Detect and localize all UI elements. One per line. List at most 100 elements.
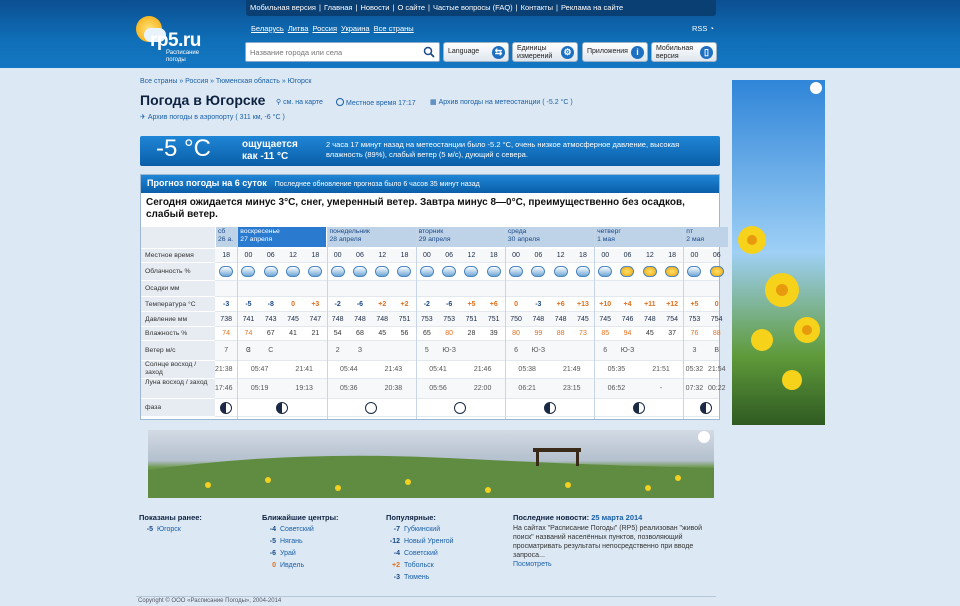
table-cell: 6 xyxy=(514,347,518,354)
day-header[interactable]: воскресенье 27 апреля xyxy=(237,227,327,247)
country-link[interactable]: Литва xyxy=(288,24,309,33)
table-cell: 07:32 xyxy=(685,385,704,392)
table-cell: 06 xyxy=(356,252,364,259)
country-link[interactable]: Украина xyxy=(341,24,370,33)
row-label: Местное время xyxy=(141,249,215,263)
news-date-link[interactable]: 25 марта 2014 xyxy=(591,513,642,522)
rss-link[interactable]: RSS ◔ xyxy=(692,24,714,33)
search-input[interactable] xyxy=(246,43,416,61)
station-archive-link[interactable]: ▦ Архив погоды на метеостанции ( -5.2 °C… xyxy=(430,98,573,106)
table-cell: С xyxy=(268,347,274,354)
moon-phase-icon xyxy=(543,402,556,414)
row-label: Ветер м/с xyxy=(141,341,215,361)
list-item[interactable]: -12 Новый Уренгой xyxy=(386,536,454,548)
table-cell: 22:00 xyxy=(473,385,492,392)
topnav-link[interactable]: Частые вопросы (FAQ) xyxy=(433,3,513,12)
header: rp5.ru Расписание погоды Мобильная верси… xyxy=(0,0,960,68)
language-button[interactable]: Language ⇆ xyxy=(443,42,509,62)
nav-separator: | xyxy=(428,3,430,12)
news-more-link[interactable]: Посмотреть xyxy=(513,561,552,568)
map-link[interactable]: ⚲ см. на карте xyxy=(276,98,323,106)
table-cell: 751 xyxy=(487,316,500,323)
topnav-link[interactable]: Мобильная версия xyxy=(250,3,316,12)
units-button[interactable]: Единицы измерений ⚙ xyxy=(512,42,578,62)
list-link[interactable]: Урай xyxy=(280,550,296,557)
table-cell: 00 xyxy=(244,252,253,259)
search-icon[interactable] xyxy=(423,46,435,58)
list-item[interactable]: -3 Тюмень xyxy=(386,572,454,584)
list-link[interactable]: Югорск xyxy=(157,526,181,533)
list-link[interactable]: Тюмень xyxy=(404,574,429,581)
table-cell: 05:41 xyxy=(429,366,447,373)
list-item[interactable]: -7 Губкинский xyxy=(386,524,454,536)
list-item[interactable]: 0 Ивдель xyxy=(262,560,339,572)
topnav-link[interactable]: Реклама на сайте xyxy=(561,3,623,12)
day-header[interactable]: среда 30 апреля xyxy=(504,227,595,247)
table-cell: 06 xyxy=(445,252,454,259)
table-cell: 05:35 xyxy=(607,366,626,373)
list-link[interactable]: Новый Уренгой xyxy=(404,538,454,545)
country-link[interactable]: Все страны xyxy=(374,24,414,33)
news-text: На сайтах "Расписание Погоды" (RP5) реал… xyxy=(513,525,703,559)
language-label: Language xyxy=(448,48,480,55)
side-advert-image[interactable] xyxy=(732,80,825,425)
table-cell: 748 xyxy=(331,316,344,323)
table-cell: +10 xyxy=(599,301,612,308)
table-cell: 17:46 xyxy=(215,385,233,392)
list-item[interactable]: -5 Югорск xyxy=(139,524,202,536)
table-cell: 21:38 xyxy=(215,366,233,373)
list-link[interactable]: Советский xyxy=(280,526,314,533)
topnav-link[interactable]: Новости xyxy=(360,3,389,12)
list-item[interactable]: -6 Урай xyxy=(262,548,339,560)
topnav-link[interactable]: Контакты xyxy=(521,3,553,12)
list-temp: -7 xyxy=(393,526,400,533)
list-link[interactable]: Нягань xyxy=(280,538,303,545)
list-item[interactable]: -4 Советский xyxy=(262,524,339,536)
table-cell: 748 xyxy=(354,316,366,323)
nav-separator: | xyxy=(318,3,321,12)
topnav-link[interactable]: Главная xyxy=(324,3,353,12)
table-cell: 3 xyxy=(692,347,697,354)
clock-icon xyxy=(336,98,344,106)
breadcrumb[interactable]: Все страны » Россия » Тюменская область … xyxy=(140,78,312,85)
row-label: фаза xyxy=(141,399,215,417)
nearby-title: Ближайшие центры: xyxy=(262,513,339,522)
country-link[interactable]: Беларусь xyxy=(251,24,284,33)
country-link[interactable]: Россия xyxy=(312,24,337,33)
table-cell: 743 xyxy=(264,316,277,323)
table-cell: 65 xyxy=(422,330,431,337)
list-link[interactable]: Тобольск xyxy=(404,562,434,569)
day-name: вторник xyxy=(418,228,444,235)
table-cell: +12 xyxy=(666,301,679,308)
apps-button[interactable]: Приложения i xyxy=(582,42,648,62)
day-name: сб xyxy=(218,228,226,235)
mobile-button[interactable]: Мобильная версия ▯ xyxy=(651,42,717,62)
list-item[interactable]: -4 Советский xyxy=(386,548,454,560)
list-item[interactable]: -5 Нягань xyxy=(262,536,339,548)
airport-archive-link[interactable]: ✈ Архив погоды в аэропорту ( 311 км, -6 … xyxy=(140,113,285,121)
logo[interactable]: rp5.ru Расписание погоды xyxy=(136,16,216,64)
day-header[interactable]: понедельник 28 апреля xyxy=(326,227,416,247)
day-header[interactable]: четверг 1 мая xyxy=(594,227,684,247)
recent-list: Показаны ранее: -5 Югорск xyxy=(139,512,202,536)
cloud-sun-icon xyxy=(419,266,434,277)
topnav-link[interactable]: О сайте xyxy=(397,3,425,12)
table-cell: 21:41 xyxy=(295,366,313,373)
list-link[interactable]: Губкинский xyxy=(404,526,440,533)
units-label: Единицы измерений xyxy=(517,45,553,60)
day-date: 29 апреля xyxy=(418,236,451,243)
apps-label: Приложения xyxy=(587,48,628,55)
cloud-sun-icon xyxy=(508,266,523,277)
table-cell: 28 xyxy=(467,330,476,337)
banner-image[interactable] xyxy=(148,430,714,498)
list-link[interactable]: Советский xyxy=(404,550,438,557)
day-header[interactable]: сб 26 а. xyxy=(215,227,238,247)
cloud-sun-icon xyxy=(263,266,278,277)
table-cell: 754 xyxy=(710,316,723,323)
list-temp: -6 xyxy=(269,550,276,557)
list-link[interactable]: Ивдель xyxy=(280,562,304,569)
day-separator xyxy=(683,227,685,419)
list-item[interactable]: +2 Тобольск xyxy=(386,560,454,572)
day-header[interactable]: вторник 29 апреля xyxy=(415,227,505,247)
day-header[interactable]: пт 2 мая xyxy=(683,227,728,247)
